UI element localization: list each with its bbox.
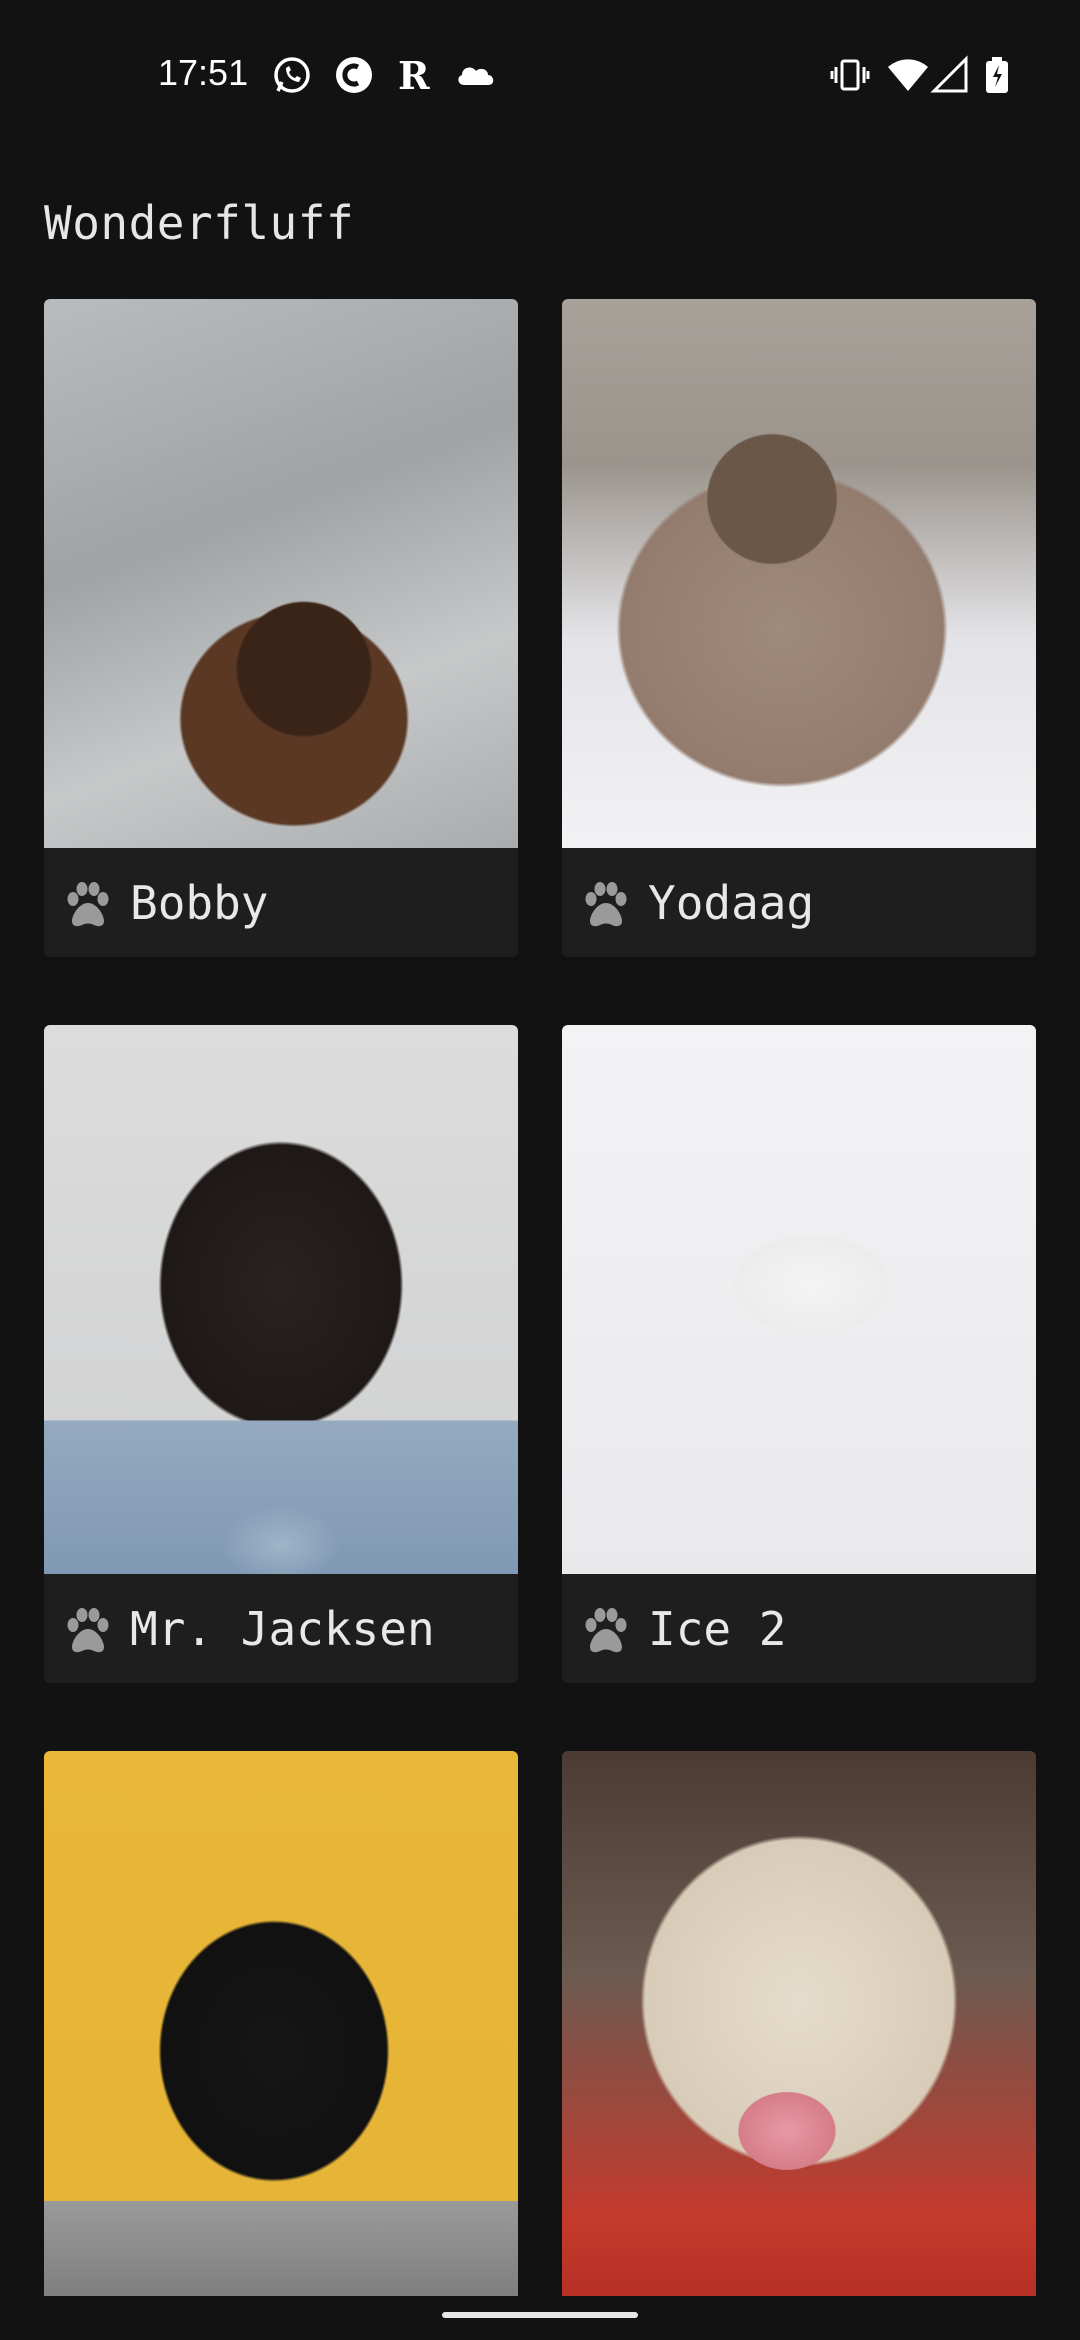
pet-card-6[interactable] <box>562 1751 1036 2300</box>
pet-photo <box>562 1025 1036 1574</box>
app-c-icon <box>334 55 374 95</box>
pet-name: Ice 2 <box>648 1601 787 1656</box>
card-footer: Ice 2 <box>562 1574 1036 1683</box>
battery-charging-icon <box>982 55 1012 95</box>
status-bar: 17:51 R <box>0 0 1080 150</box>
pet-name: Yodaag <box>648 875 815 930</box>
pet-photo <box>44 299 518 848</box>
whatsapp-icon <box>272 55 312 95</box>
pet-card-yodaag[interactable]: Yodaag <box>562 299 1036 957</box>
pet-photo <box>44 1751 518 2300</box>
pet-photo <box>562 1751 1036 2300</box>
pet-card-5[interactable] <box>44 1751 518 2300</box>
gesture-handle[interactable] <box>442 2312 638 2318</box>
navigation-bar <box>0 2296 1080 2340</box>
pet-name: Bobby <box>130 875 269 930</box>
svg-text:R: R <box>398 55 430 95</box>
pet-photo <box>44 1025 518 1574</box>
paw-icon <box>60 1601 116 1657</box>
card-footer: Mr. Jacksen <box>44 1574 518 1683</box>
cloud-icon <box>454 55 498 95</box>
clock: 17:51 <box>158 52 249 93</box>
paw-icon <box>578 1601 634 1657</box>
pet-card-bobby[interactable]: Bobby <box>44 299 518 957</box>
vibrate-icon <box>830 55 870 95</box>
paw-icon <box>60 875 116 931</box>
card-footer: Yodaag <box>562 848 1036 957</box>
wifi-icon <box>886 55 930 95</box>
pet-card-ice-2[interactable]: Ice 2 <box>562 1025 1036 1683</box>
pet-photo <box>562 299 1036 848</box>
pet-card-mr-jacksen[interactable]: Mr. Jacksen <box>44 1025 518 1683</box>
paw-icon <box>578 875 634 931</box>
app-title: Wonderfluff <box>44 196 355 250</box>
card-footer: Bobby <box>44 848 518 957</box>
pet-name: Mr. Jacksen <box>130 1601 435 1656</box>
cell-signal-icon <box>930 55 970 95</box>
r-letter-icon: R <box>394 55 434 95</box>
